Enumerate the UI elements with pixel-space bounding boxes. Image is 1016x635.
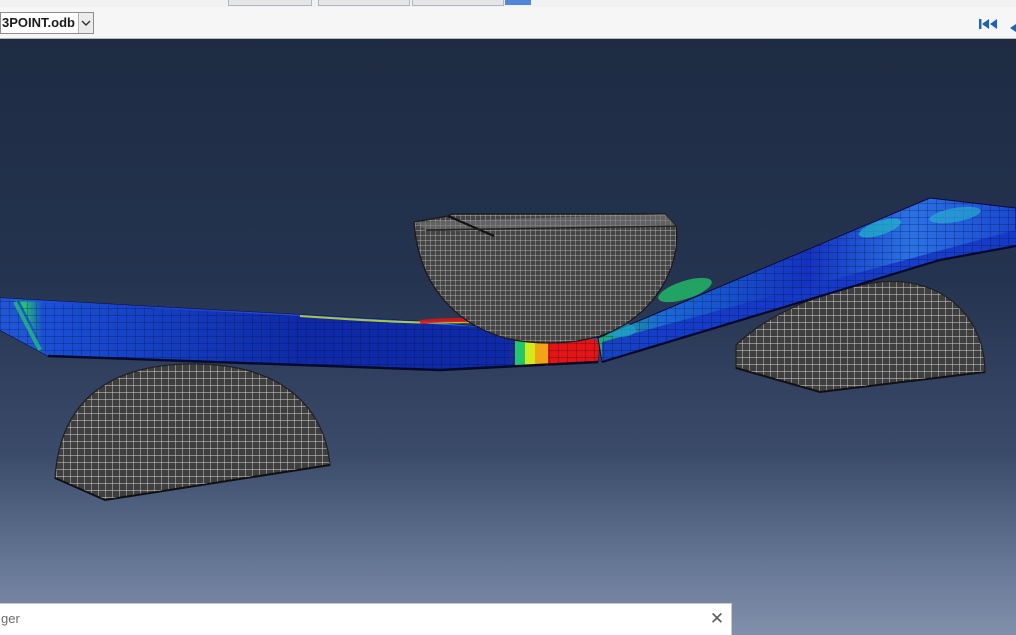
message-window: ger ✕ — [0, 603, 732, 635]
previous-frame-icon[interactable] — [1008, 18, 1016, 32]
model-viewport[interactable] — [0, 39, 1016, 635]
left-support — [54, 363, 331, 502]
chevron-down-icon[interactable] — [78, 13, 93, 33]
skip-to-first-icon[interactable] — [978, 16, 1000, 30]
toolbar: 3POINT.odb — [0, 7, 1016, 39]
top-field-3[interactable] — [412, 0, 504, 6]
top-field-2[interactable] — [318, 0, 410, 6]
top-field-1[interactable] — [228, 0, 312, 6]
odb-file-name: 3POINT.odb — [2, 15, 75, 30]
close-icon[interactable]: ✕ — [707, 609, 727, 629]
message-window-title: ger — [1, 611, 20, 626]
top-blue-button[interactable] — [505, 0, 531, 5]
odb-select[interactable]: 3POINT.odb — [0, 12, 94, 34]
